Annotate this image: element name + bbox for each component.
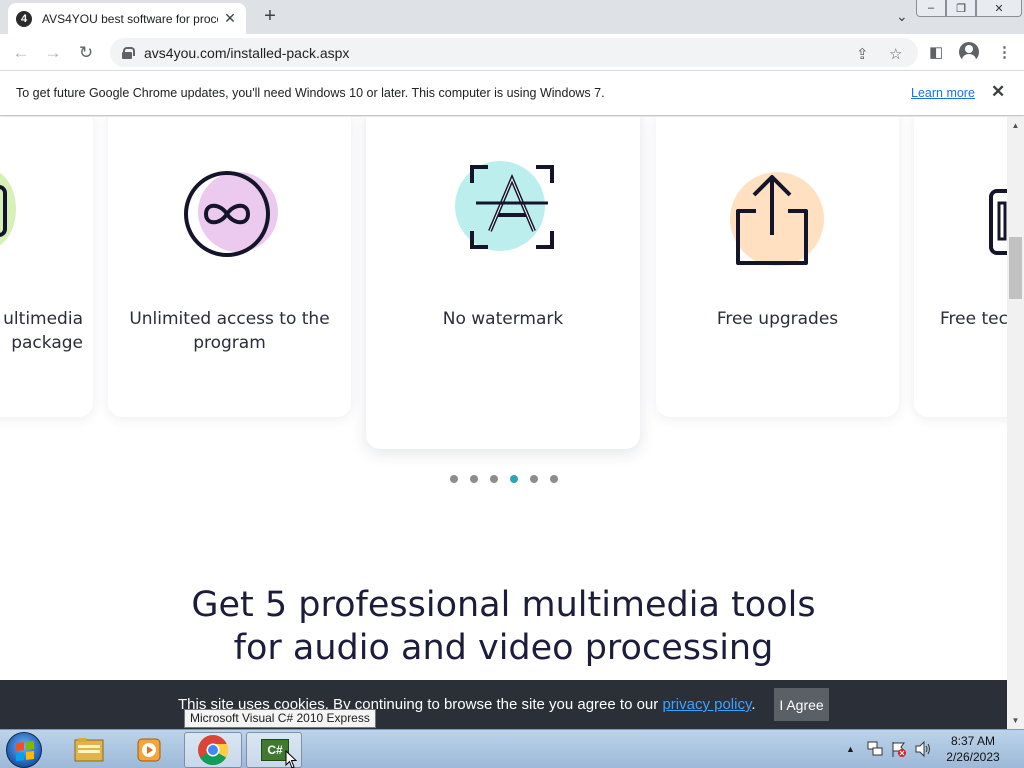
taskbar-tooltip: Microsoft Visual C# 2010 Express <box>184 709 376 728</box>
section-headline: Get 5 professional multimedia tools for … <box>0 584 1007 670</box>
windows-logo-icon <box>16 741 34 761</box>
taskbar-windows-explorer[interactable] <box>61 732 119 768</box>
avs4you-favicon-icon: 4 <box>16 10 32 27</box>
feature-card-unlimited-access: Unlimited access to the program <box>108 117 351 417</box>
clock-date: 2/26/2023 <box>946 750 1000 764</box>
feature-label-line1: Free tec <box>940 309 1007 329</box>
folder-icon <box>74 738 104 762</box>
clock-time: 8:37 AM <box>950 734 996 748</box>
feature-label-line1: ultimedia <box>3 309 83 329</box>
side-panel-icon[interactable]: ◧ <box>929 43 943 61</box>
infobar-close-icon[interactable]: ✕ <box>991 82 1005 102</box>
reload-icon[interactable]: ↻ <box>75 42 97 64</box>
network-icon[interactable] <box>866 740 884 758</box>
feature-card-free-tech-support: Free tec <box>914 117 1007 417</box>
system-clock[interactable]: 8:37 AM 2/26/2023 <box>940 733 1006 765</box>
show-hidden-icons-icon[interactable]: ▲ <box>846 744 855 754</box>
page-scrollbar[interactable]: ▲ ▼ <box>1007 117 1024 729</box>
back-arrow-icon[interactable]: ← <box>10 42 32 64</box>
tab-search-chevron-icon[interactable]: ⌄ <box>896 8 908 25</box>
volume-icon[interactable] <box>914 740 932 758</box>
lock-icon[interactable] <box>122 46 135 59</box>
chrome-icon <box>198 735 229 766</box>
minimize-button[interactable]: – <box>916 0 946 17</box>
browser-toolbar: ← → ↻ avs4you.com/installed-pack.aspx ⇪ … <box>0 34 1024 71</box>
infinity-icon <box>184 171 270 257</box>
taskbar-google-chrome[interactable] <box>184 732 242 768</box>
scroll-down-arrow-icon[interactable]: ▼ <box>1007 712 1024 729</box>
infobar-message: To get future Google Chrome updates, you… <box>16 86 605 100</box>
action-center-flag-icon[interactable] <box>890 740 908 758</box>
carousel-dot[interactable] <box>470 475 478 483</box>
headline-line1: Get 5 professional multimedia tools <box>191 585 816 625</box>
mouse-cursor-icon <box>285 750 298 768</box>
browser-tab[interactable]: 4 AVS4YOU best software for proce ✕ <box>8 3 246 34</box>
new-tab-button[interactable]: + <box>258 5 282 28</box>
taskbar-media-player[interactable] <box>121 732 179 768</box>
window-controls: – ❐ ✕ <box>916 0 1022 17</box>
learn-more-link[interactable]: Learn more <box>911 86 975 100</box>
scroll-up-arrow-icon[interactable]: ▲ <box>1007 117 1024 134</box>
feature-label-line2: package <box>11 333 83 353</box>
restore-button[interactable]: ❐ <box>946 0 976 17</box>
i-agree-button[interactable]: I Agree <box>774 688 829 721</box>
media-player-icon <box>137 738 161 762</box>
cookie-text-after: . <box>751 696 756 713</box>
feature-label-line1: Unlimited access to the <box>129 309 330 329</box>
feature-label-line2: program <box>193 333 266 353</box>
chrome-menu-icon[interactable]: ⋮ <box>997 43 1012 61</box>
carousel-dots <box>450 475 558 483</box>
scrollbar-thumb[interactable] <box>1009 237 1022 299</box>
carousel-dot[interactable] <box>450 475 458 483</box>
feature-card-no-watermark: No watermark <box>366 117 640 449</box>
screen-icon <box>0 185 7 237</box>
windows-taskbar: C# ▲ 8:37 AM 2/26/2023 <box>0 729 1024 768</box>
address-bar[interactable]: avs4you.com/installed-pack.aspx ⇪ ☆ <box>110 38 918 67</box>
update-infobar: To get future Google Chrome updates, you… <box>0 71 1024 116</box>
carousel-dot[interactable] <box>530 475 538 483</box>
close-tab-icon[interactable]: ✕ <box>222 10 238 27</box>
feature-card-multimedia: ultimedia package <box>0 117 93 417</box>
web-page: ultimedia package Unlimited access to th… <box>0 117 1007 729</box>
feature-card-free-upgrades: Free upgrades <box>656 117 899 417</box>
privacy-policy-link[interactable]: privacy policy <box>662 696 751 713</box>
upload-icon <box>736 175 808 265</box>
carousel-dot[interactable] <box>510 475 518 483</box>
forward-arrow-icon[interactable]: → <box>42 42 64 64</box>
profile-avatar-icon[interactable] <box>959 42 979 62</box>
feature-label-line1: No watermark <box>442 309 564 329</box>
bookmark-star-icon[interactable]: ☆ <box>889 45 902 63</box>
tab-strip: 4 AVS4YOU best software for proce ✕ + ⌄ … <box>0 0 1024 34</box>
carousel-dot[interactable] <box>490 475 498 483</box>
close-window-button[interactable]: ✕ <box>976 0 1022 17</box>
headline-line2: for audio and video processing <box>233 628 774 668</box>
support-icon <box>989 189 1007 255</box>
cookie-banner: This site uses cookies. By continuing to… <box>0 680 1007 729</box>
url-text[interactable]: avs4you.com/installed-pack.aspx <box>144 45 349 61</box>
tab-title: AVS4YOU best software for proce <box>42 11 218 26</box>
feature-label-line1: Free upgrades <box>716 309 839 329</box>
share-icon[interactable]: ⇪ <box>856 45 869 63</box>
start-button[interactable] <box>6 732 42 768</box>
carousel-dot[interactable] <box>550 475 558 483</box>
no-watermark-icon <box>470 165 554 249</box>
